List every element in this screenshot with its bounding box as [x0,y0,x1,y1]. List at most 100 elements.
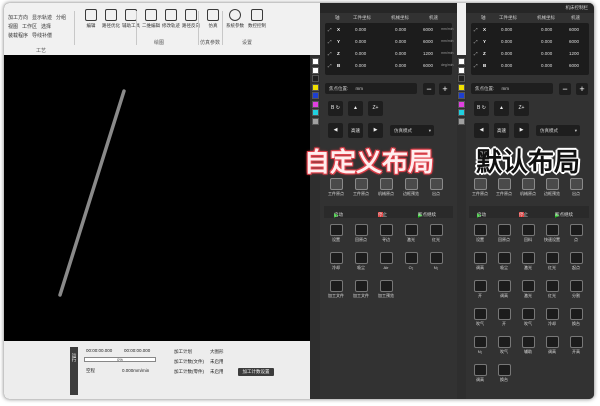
func-tile[interactable]: 红光 [540,279,564,305]
plus-button[interactable]: + [439,83,451,95]
func-tile[interactable]: 辅助 [516,335,540,361]
home-icon[interactable]: ⤢ [328,39,332,44]
mode-select[interactable]: 仿真模式 ▾ [390,125,434,136]
ribbon-button-edit[interactable]: 编辑 [80,9,102,29]
func-tile[interactable]: 设置 [468,223,492,249]
ribbon-item[interactable]: 显示轨迹 [32,14,52,21]
count-settings-button[interactable]: 加工计数设置 [238,368,274,376]
layer-swatch[interactable] [458,75,465,82]
ribbon-item[interactable]: 导线补偿 [32,32,52,39]
tool-work-origin[interactable]: 工件原点 [324,177,348,203]
ribbon-button-path[interactable]: 路径优化 [100,9,122,29]
func-tile[interactable]: 设置 [324,223,348,249]
func-tile[interactable]: 回原点 [349,223,373,249]
func-tile[interactable]: 调高 [468,363,492,389]
arrow-right-button[interactable]: ▶ [368,123,383,138]
func-tile[interactable]: 快速设置 [540,223,564,249]
func-tile[interactable]: 吸尘 [492,251,516,277]
ribbon-item[interactable]: 装载程序 [8,32,28,39]
tool-machine-origin[interactable]: 机械原点 [374,177,398,203]
func-tile[interactable]: 吹气 [516,307,540,333]
tool-exit-point[interactable]: 出点 [424,177,448,203]
layer-swatch[interactable] [312,100,319,108]
func-tile[interactable]: 回料 [516,223,540,249]
arrow-up-button[interactable]: ▲ [348,101,363,116]
func-tile[interactable]: N₂ [424,251,448,277]
func-tile[interactable]: 加工文件 [349,279,373,305]
tool-work-origin-2[interactable]: 工件原点 [349,177,373,203]
arrow-left-button[interactable]: ◀ [474,123,489,138]
minus-button[interactable]: − [559,83,571,95]
path-line[interactable] [58,89,126,297]
func-tile[interactable]: 吹气 [468,307,492,333]
z-plus-button[interactable]: Z+ [368,101,383,116]
func-tile[interactable]: 调高 [468,251,492,277]
home-icon[interactable]: ⤢ [474,51,478,56]
func-tile[interactable]: 回原点 [492,223,516,249]
func-tile[interactable]: 换台 [564,307,588,333]
ribbon-button-nc-control[interactable]: 数控控制 [246,9,268,29]
func-tile[interactable]: O₂ [399,251,423,277]
func-tile[interactable]: 吹气 [492,335,516,361]
func-tile[interactable]: 加工预览 [374,279,398,305]
layer-swatch[interactable] [312,58,319,65]
tool-machine-origin[interactable]: 机械原点 [516,177,540,203]
layer-swatch[interactable] [458,109,465,116]
func-tile[interactable]: 寻边 [374,223,398,249]
arrow-left-button[interactable]: ◀ [328,123,343,138]
func-tile[interactable]: 冷却 [540,307,564,333]
func-tile[interactable]: 吸尘 [349,251,373,277]
func-tile[interactable]: 红光 [540,251,564,277]
func-tile[interactable]: N₂ [468,335,492,361]
func-tile[interactable]: 开 [468,279,492,305]
func-tile[interactable]: 激光 [399,223,423,249]
ribbon-button-tool[interactable]: 辅助工具 [120,9,142,29]
arrow-up-button[interactable]: ▲ [494,101,509,116]
home-icon[interactable]: ⤢ [474,63,478,68]
home-icon[interactable]: ⤢ [474,39,478,44]
func-tile[interactable]: 加工文件 [324,279,348,305]
layer-swatch[interactable] [458,117,465,125]
layer-swatch[interactable] [312,66,319,74]
layer-swatch[interactable] [312,83,319,91]
ribbon-button-simulate[interactable]: 仿真 [202,9,224,29]
func-tile[interactable]: 开 [492,307,516,333]
ribbon-item[interactable]: 选择 [41,23,51,30]
ribbon-button-2d-edit[interactable]: 二维编辑 [140,9,162,29]
func-tile[interactable]: Air [374,251,398,277]
minus-button[interactable]: − [423,83,435,95]
tool-frame-preview[interactable]: 边框预览 [540,177,564,203]
func-tile[interactable]: 调高 [492,279,516,305]
z-plus-button[interactable]: Z+ [514,101,529,116]
home-icon[interactable]: ⤢ [328,51,332,56]
high-speed-button[interactable]: 高速 [494,123,509,138]
tool-exit-point[interactable]: 出点 [564,177,588,203]
func-tile[interactable]: 分割 [564,279,588,305]
run-tab[interactable]: 运行 [70,347,78,395]
tool-frame-preview[interactable]: 边框预览 [399,177,423,203]
func-tile[interactable]: 换台 [492,363,516,389]
layer-swatch[interactable] [312,75,319,82]
layer-swatch[interactable] [458,100,465,108]
func-tile[interactable]: 冷却 [324,251,348,277]
func-tile[interactable]: 开高 [564,335,588,361]
ribbon-button-modify-path[interactable]: 修改轨迹 [160,9,182,29]
layer-swatch[interactable] [312,117,319,125]
ribbon-item[interactable]: 分组 [56,14,66,21]
func-tile[interactable]: 调高 [540,335,564,361]
ribbon-item[interactable]: 工作区 [22,23,37,30]
focus-position-field[interactable]: 焦点位置: mm [471,83,553,94]
plus-button[interactable]: + [576,83,588,95]
high-speed-button[interactable]: 高速 [348,123,363,138]
b-axis-button[interactable]: B ↻ [328,101,343,116]
home-icon[interactable]: ⤢ [474,27,478,32]
mode-select[interactable]: 仿真模式 ▾ [536,125,580,136]
home-icon[interactable]: ⤢ [328,27,332,32]
tool-work-origin-2[interactable]: 工件原点 [492,177,516,203]
layer-swatch[interactable] [458,92,465,99]
layer-swatch[interactable] [458,66,465,74]
ribbon-item[interactable]: 加工方向 [8,14,28,21]
layer-swatch[interactable] [458,58,465,65]
func-tile[interactable]: 激光 [516,251,540,277]
focus-position-field[interactable]: 焦点位置: mm [325,83,417,94]
